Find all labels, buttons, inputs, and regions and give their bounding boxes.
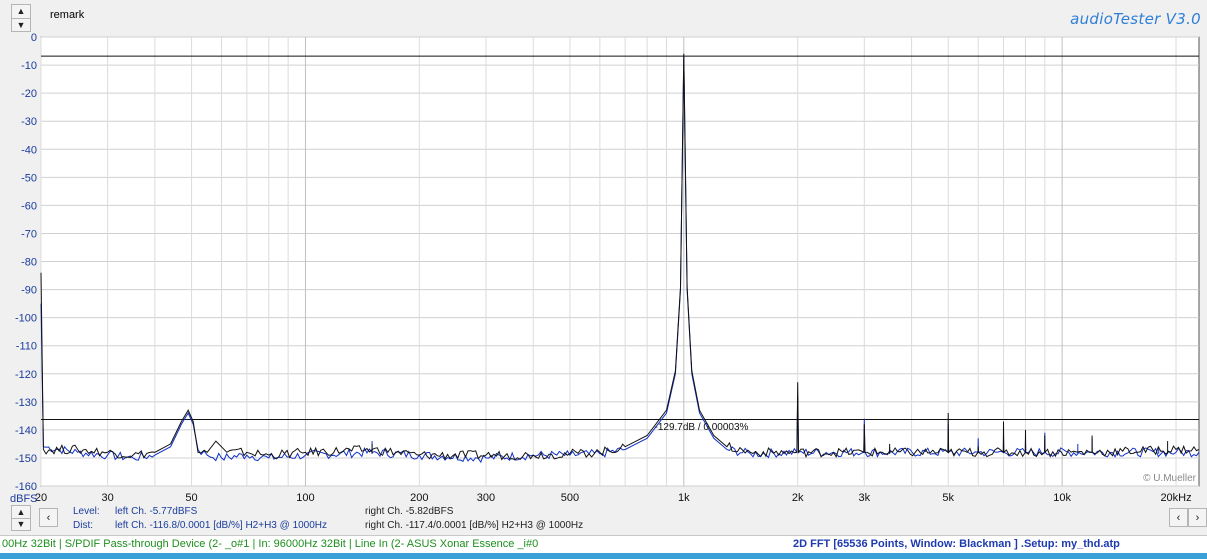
y-axis-ticks: 0 -10 -20 -30 -40 -50 -60 -70 -80 -90 -100 -110 -120… xyxy=(15,32,37,493)
y-tick-label: -80 xyxy=(21,257,37,269)
device-status-text: 00Hz 32Bit | S/PDIF Pass-through Device … xyxy=(2,538,539,550)
y-tick-label: -70 xyxy=(21,228,37,240)
scroll-right-button[interactable]: ‹ xyxy=(1169,508,1188,527)
y-axis-unit-label: dBFS xyxy=(10,493,38,505)
status-bar: 00Hz 32Bit | S/PDIF Pass-through Device … xyxy=(0,535,1207,554)
x-tick-label: 200 xyxy=(410,492,428,504)
y-tick-label: -40 xyxy=(21,144,37,156)
x-tick-label: 20kHz xyxy=(1160,492,1191,504)
scroll-left-button[interactable]: ‹ xyxy=(39,508,58,527)
x-tick-label: 30 xyxy=(101,492,113,504)
y-tick-label: -140 xyxy=(15,425,37,437)
taskbar-strip xyxy=(0,553,1207,559)
x-tick-label: 5k xyxy=(942,492,954,504)
scroll-right-end-button[interactable]: › xyxy=(1188,508,1207,527)
level-label: Level: xyxy=(73,506,100,517)
y-tick-label: -90 xyxy=(21,285,37,297)
copyright-label: © U.Mueller xyxy=(1143,473,1197,484)
y-tick-label: -130 xyxy=(15,397,37,409)
x-tick-label: 100 xyxy=(296,492,314,504)
y-tick-label: -50 xyxy=(21,172,37,184)
chevron-left-icon: ‹ xyxy=(46,511,51,524)
spin-down-icon[interactable]: ▼ xyxy=(12,517,30,531)
dist-label: Dist: xyxy=(73,520,93,531)
x-tick-label: 50 xyxy=(185,492,197,504)
dist-right-value: right Ch. -117.4/0.0001 [dB/%] H2+H3 @ 1… xyxy=(365,520,584,531)
y-tick-label: -30 xyxy=(21,116,37,128)
thd-annotation: -129.7dB / 0.00003% xyxy=(654,422,748,433)
analysis-status-text: 2D FFT [65536 Points, Window: Blackman ]… xyxy=(793,538,1120,550)
x-axis-ticks: 20 30 50 100 200 300 500 1k 2k 3k 5k 10k 20kHz xyxy=(35,492,1192,504)
y-tick-label: -150 xyxy=(15,453,37,465)
x-tick-label: 10k xyxy=(1053,492,1071,504)
y-tick-label: -160 xyxy=(15,481,37,493)
level-left-value: left Ch. -5.77dBFS xyxy=(115,506,198,517)
y-tick-label: -60 xyxy=(21,200,37,212)
x-tick-label: 2k xyxy=(792,492,804,504)
x-tick-label: 300 xyxy=(477,492,495,504)
chevron-left-icon: ‹ xyxy=(1176,511,1181,524)
dist-left-value: left Ch. -116.8/0.0001 [dB/%] H2+H3 @ 10… xyxy=(115,520,328,531)
x-tick-label: 1k xyxy=(678,492,690,504)
chevron-right-icon: › xyxy=(1195,511,1200,524)
fft-chart: 0 -10 -20 -30 -40 -50 -60 -70 -80 -90 -100 -110 -120… xyxy=(10,32,1200,505)
y-tick-label: -10 xyxy=(21,60,37,72)
y-tick-label: 0 xyxy=(31,32,37,44)
level-right-value: right Ch. -5.82dBFS xyxy=(365,506,454,517)
y-tick-label: -110 xyxy=(16,341,37,353)
y-tick-label: -100 xyxy=(15,313,37,325)
x-tick-label: 3k xyxy=(859,492,871,504)
x-tick-label: 500 xyxy=(561,492,579,504)
y-tick-label: -120 xyxy=(15,369,37,381)
spin-up-icon[interactable]: ▲ xyxy=(12,506,30,518)
y-tick-label: -20 xyxy=(21,88,37,100)
bottom-scale-spinner[interactable]: ▲ ▼ xyxy=(11,505,31,531)
